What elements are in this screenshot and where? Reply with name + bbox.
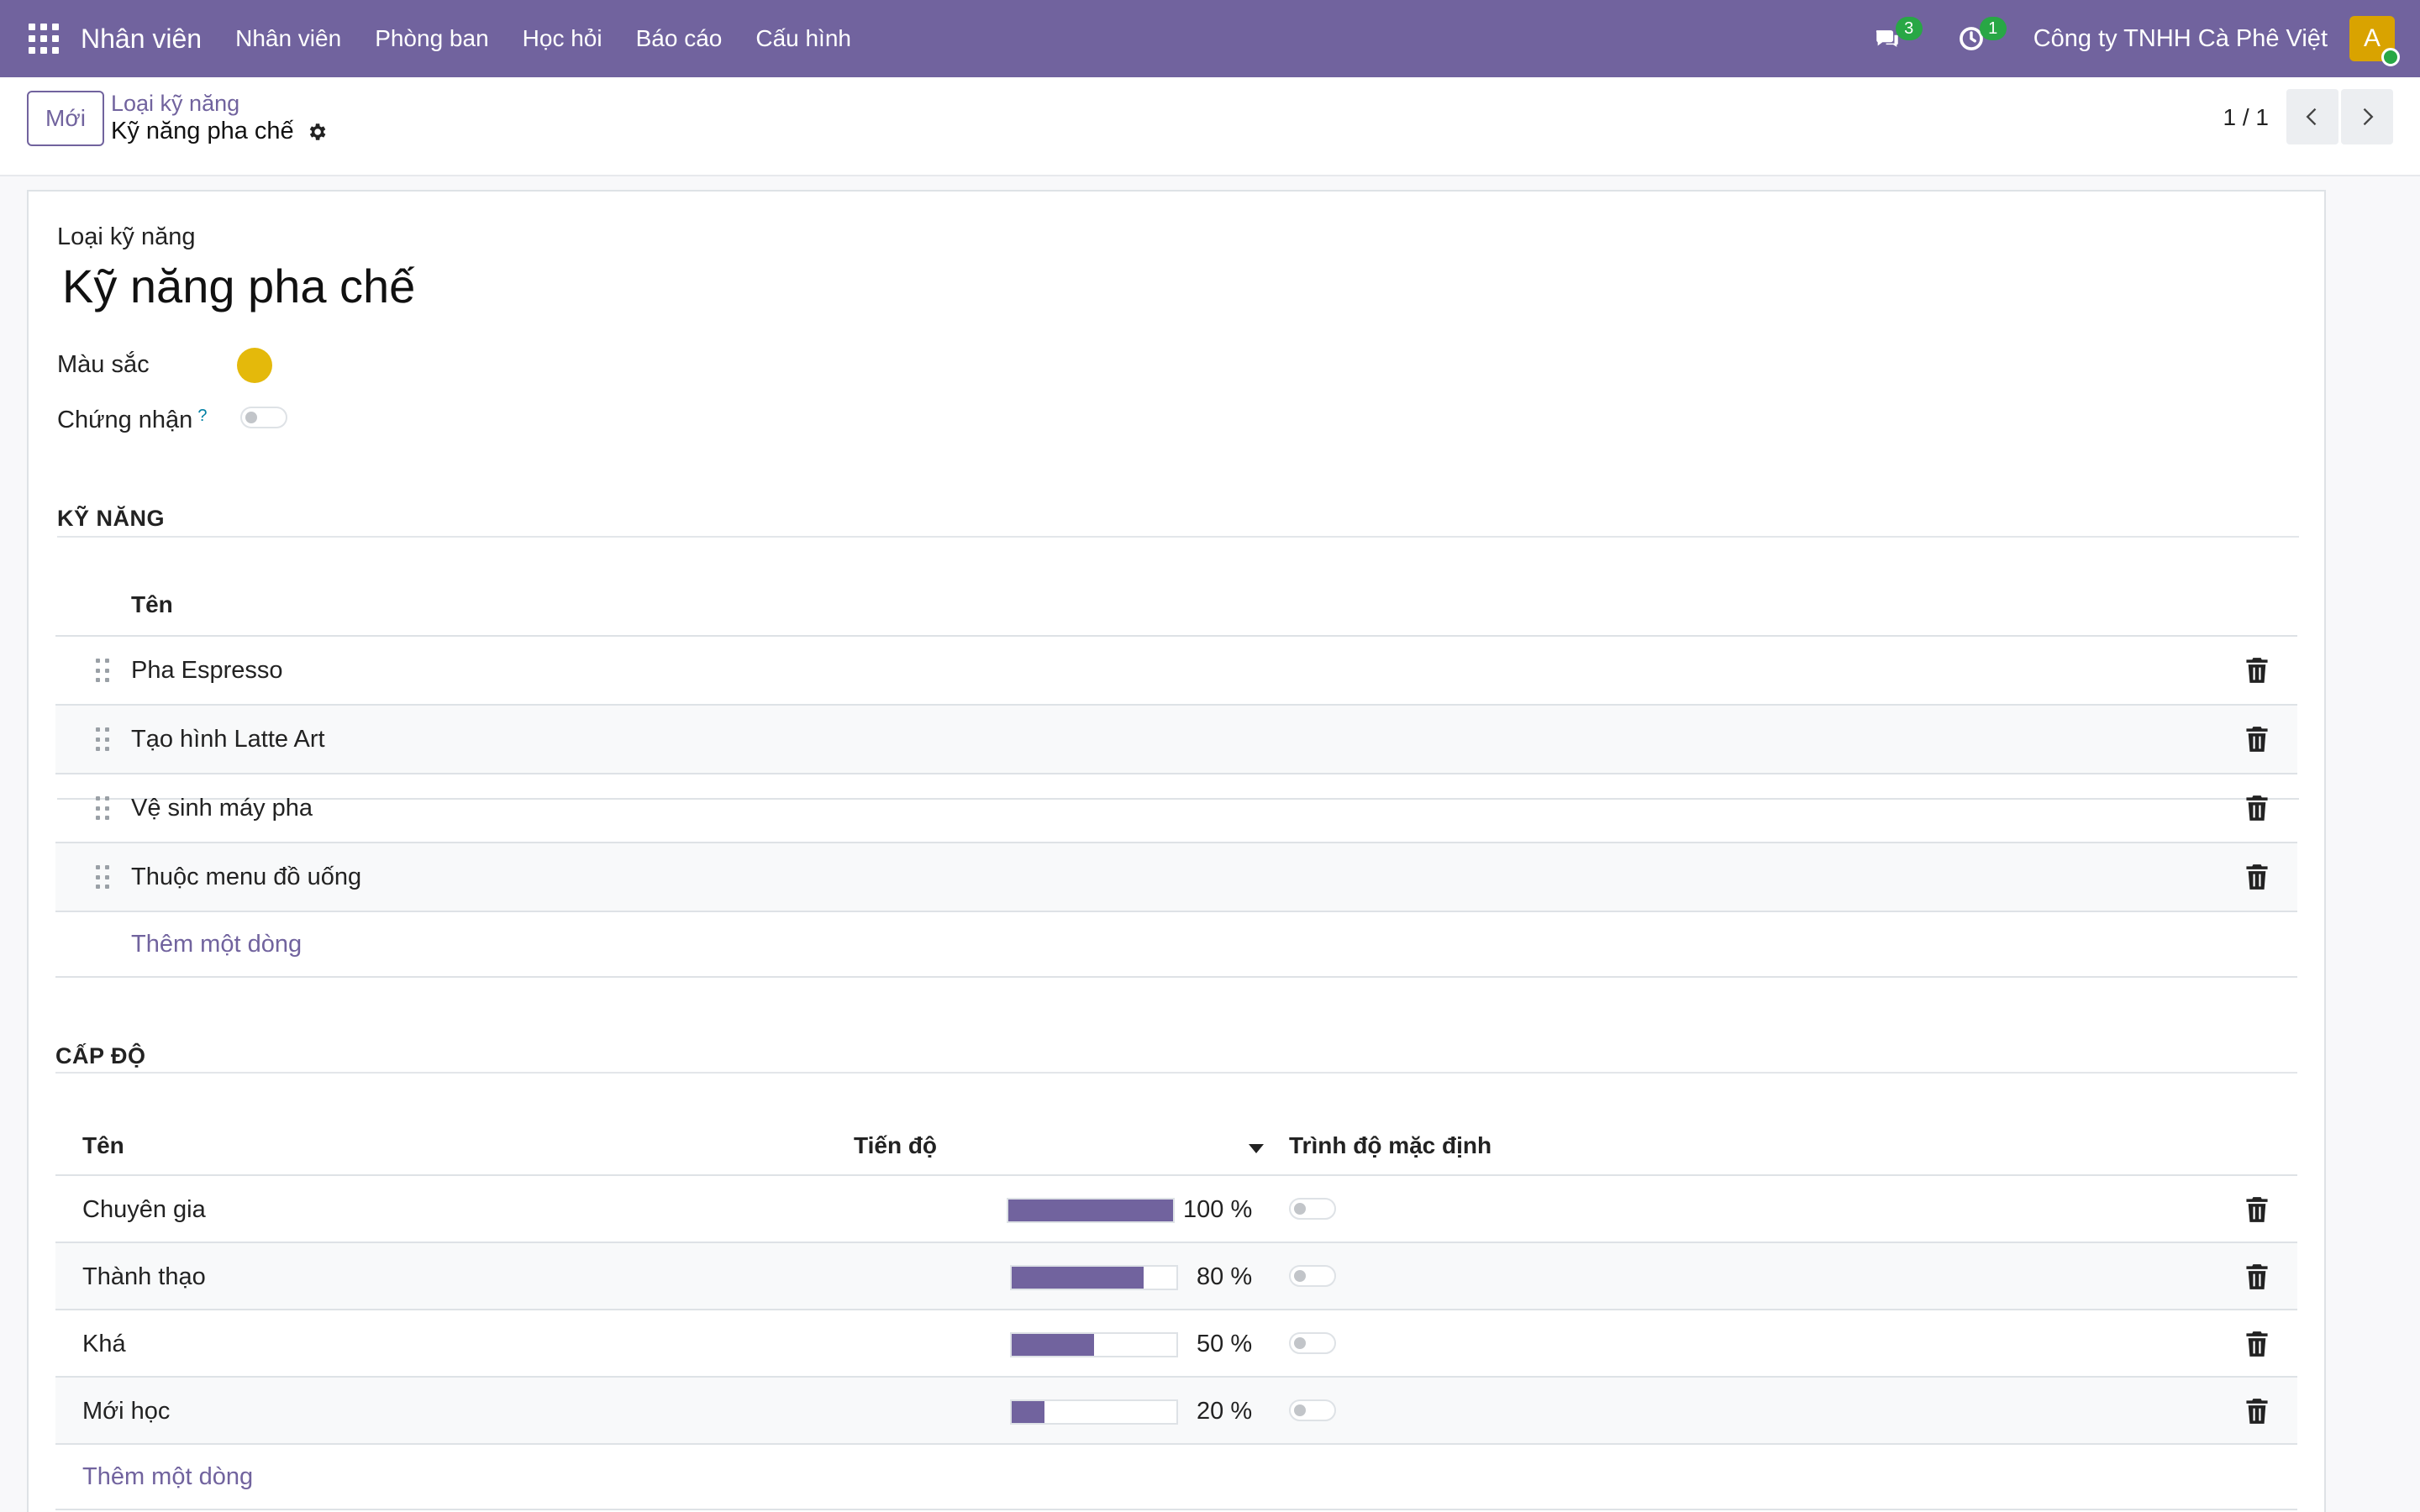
level-progress-value: 80 %: [1197, 1263, 1253, 1290]
drag-handle-icon[interactable]: [96, 659, 109, 684]
pager-previous-button[interactable]: [2286, 89, 2338, 144]
skills-section-title: KỸ NĂNG: [57, 506, 166, 531]
trash-icon[interactable]: [2245, 864, 2269, 890]
certification-label: Chứng nhận?: [57, 407, 207, 434]
default-level-toggle[interactable]: [1289, 1399, 1336, 1421]
skills-column-name[interactable]: Tên: [131, 591, 173, 618]
sort-descending-icon[interactable]: [1249, 1144, 1264, 1153]
levels-column-name[interactable]: Tên: [82, 1132, 124, 1159]
pager-value[interactable]: 1 / 1: [2223, 104, 2269, 131]
chevron-right-icon: [2363, 108, 2374, 126]
trash-icon[interactable]: [2245, 1196, 2269, 1223]
level-progress-value: 50 %: [1197, 1331, 1253, 1357]
level-name-cell[interactable]: Chuyên gia: [82, 1196, 206, 1224]
certification-label-text: Chứng nhận: [57, 407, 193, 433]
skill-row[interactable]: Tạo hình Latte Art: [55, 706, 2297, 774]
activities-button[interactable]: 1: [1946, 0, 2007, 77]
menu-learning[interactable]: Học hỏi: [506, 25, 619, 52]
progress-fill: [1012, 1334, 1094, 1356]
help-tooltip-icon[interactable]: ?: [197, 407, 207, 425]
skills-add-line-link[interactable]: Thêm một dòng: [131, 931, 302, 958]
drag-handle-icon[interactable]: [96, 727, 109, 753]
level-name-cell[interactable]: Mới học: [82, 1398, 170, 1425]
default-level-toggle[interactable]: [1289, 1332, 1336, 1354]
breadcrumb-current-label: Kỹ năng pha chế: [111, 118, 294, 144]
messages-count-badge: 3: [1895, 17, 1923, 40]
default-level-toggle[interactable]: [1289, 1265, 1336, 1287]
trash-icon[interactable]: [2245, 1331, 2269, 1357]
top-navbar: Nhân viên Nhân viên Phòng ban Học hỏi Bá…: [0, 0, 2420, 77]
user-avatar[interactable]: A: [2349, 16, 2400, 66]
levels-add-line-link[interactable]: Thêm một dòng: [82, 1463, 253, 1491]
level-progress-value: 20 %: [1197, 1398, 1253, 1425]
default-level-toggle[interactable]: [1289, 1198, 1336, 1220]
skill-name-cell[interactable]: Vệ sinh máy pha: [131, 795, 313, 822]
progress-fill: [1012, 1267, 1144, 1289]
trash-icon[interactable]: [2245, 1398, 2269, 1425]
color-label: Màu sắc: [57, 351, 150, 378]
levels-table-header-row: Tên Tiến độ Trình độ mặc định: [55, 1097, 2297, 1176]
level-progress-bar[interactable]: [1007, 1198, 1175, 1223]
skill-name-cell[interactable]: Thuộc menu đồ uống: [131, 864, 361, 891]
apps-menu-icon[interactable]: [29, 24, 59, 54]
levels-column-default[interactable]: Trình độ mặc định: [1289, 1132, 1491, 1159]
skill-row[interactable]: Thuộc menu đồ uống: [55, 843, 2297, 912]
level-name-cell[interactable]: Khá: [82, 1331, 126, 1358]
section-divider: [57, 536, 2299, 538]
online-status-dot: [2381, 48, 2400, 66]
chevron-left-icon: [2306, 108, 2317, 126]
level-progress-value: 100 %: [1183, 1196, 1253, 1223]
breadcrumb-parent[interactable]: Loại kỹ năng: [111, 91, 239, 117]
level-name-cell[interactable]: Thành thạo: [82, 1263, 206, 1291]
skill-type-name-field[interactable]: Kỹ năng pha chế: [62, 259, 415, 313]
skills-add-line-row: Thêm một dòng: [55, 912, 2297, 978]
menu-departments[interactable]: Phòng ban: [358, 25, 505, 52]
trash-icon[interactable]: [2245, 795, 2269, 822]
menu-employees[interactable]: Nhân viên: [218, 25, 358, 52]
levels-column-progress[interactable]: Tiến độ: [854, 1132, 937, 1159]
levels-section-title: CẤP ĐỘ: [55, 1043, 146, 1068]
drag-handle-icon[interactable]: [96, 796, 109, 822]
drag-handle-icon[interactable]: [96, 865, 109, 890]
color-picker[interactable]: [237, 348, 272, 383]
skill-type-label: Loại kỹ năng: [57, 223, 196, 250]
skill-name-cell[interactable]: Pha Espresso: [131, 657, 283, 685]
control-panel: Mới Loại kỹ năng Kỹ năng pha chế 1 / 1: [0, 77, 2420, 176]
level-progress-bar[interactable]: [1010, 1399, 1178, 1425]
levels-add-line-row: Thêm một dòng: [55, 1445, 2297, 1510]
activities-count-badge: 1: [1979, 17, 2007, 40]
level-row[interactable]: Khá 50 %: [55, 1310, 2297, 1378]
app-name[interactable]: Nhân viên: [81, 24, 202, 55]
progress-fill: [1012, 1401, 1045, 1423]
trash-icon[interactable]: [2245, 657, 2269, 684]
level-row[interactable]: Thành thạo 80 %: [55, 1243, 2297, 1310]
skill-row[interactable]: Pha Espresso: [55, 637, 2297, 706]
section-divider: [55, 1072, 2297, 1074]
level-row[interactable]: Mới học 20 %: [55, 1378, 2297, 1445]
skills-table-header-row: Tên: [55, 558, 2297, 637]
messages-button[interactable]: 3: [1862, 0, 1923, 77]
avatar-initial: A: [2363, 24, 2381, 52]
progress-fill: [1008, 1200, 1173, 1221]
gear-icon[interactable]: [306, 121, 328, 143]
breadcrumb-current: Kỹ năng pha chế: [111, 118, 328, 145]
level-progress-bar[interactable]: [1010, 1332, 1178, 1357]
trash-icon[interactable]: [2245, 726, 2269, 753]
level-row[interactable]: Chuyên gia 100 %: [55, 1176, 2297, 1243]
company-switcher[interactable]: Công ty TNHH Cà Phê Việt: [2033, 25, 2328, 53]
menu-reporting[interactable]: Báo cáo: [619, 25, 739, 52]
pager-next-button[interactable]: [2341, 89, 2393, 144]
trash-icon[interactable]: [2245, 1263, 2269, 1290]
skill-name-cell[interactable]: Tạo hình Latte Art: [131, 726, 325, 753]
skill-row[interactable]: Vệ sinh máy pha: [55, 774, 2297, 843]
certification-toggle[interactable]: [240, 407, 287, 428]
level-progress-bar[interactable]: [1010, 1265, 1178, 1290]
menu-configuration[interactable]: Cấu hình: [739, 25, 868, 52]
new-button[interactable]: Mới: [27, 91, 104, 146]
